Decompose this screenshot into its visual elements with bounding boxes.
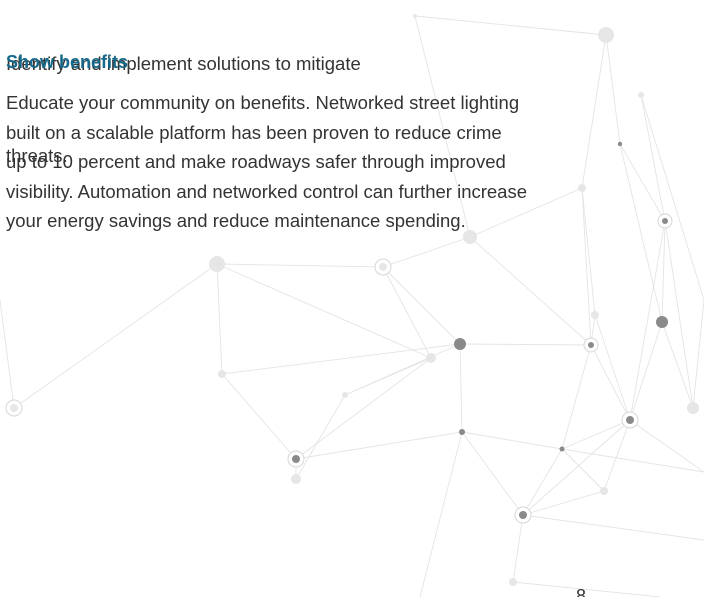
network-link [590, 344, 631, 421]
network-link [561, 344, 592, 450]
network-node [598, 27, 614, 43]
network-node [626, 416, 634, 424]
network-link [221, 373, 297, 460]
network-link [469, 236, 592, 346]
paragraph-line: your energy savings and reduce maintenan… [6, 210, 466, 231]
paragraph-line: up to 10 percent and make roadways safer… [6, 151, 506, 172]
network-link [414, 15, 607, 36]
network-link [512, 514, 524, 583]
network-link [216, 263, 432, 359]
network-node [687, 402, 699, 414]
network-node [588, 342, 594, 348]
network-link [640, 94, 666, 222]
network-link [459, 343, 463, 433]
network-link [619, 143, 666, 222]
network-node [662, 218, 668, 224]
network-link [382, 266, 432, 359]
network-link [661, 321, 694, 409]
network-link [461, 431, 563, 450]
network-node [291, 474, 301, 484]
network-node [292, 455, 300, 463]
network-link [692, 299, 704, 409]
network-link [561, 448, 605, 492]
network-link [344, 357, 432, 396]
network-link [561, 448, 704, 473]
paragraph-line: built on a scalable platform has been pr… [6, 121, 502, 143]
network-link [0, 299, 15, 409]
network-node [656, 316, 668, 328]
network-link [605, 34, 621, 145]
network-link [561, 419, 631, 450]
benefits-paragraph: Educate your community on benefits. Netw… [6, 88, 606, 236]
network-link [221, 343, 461, 375]
network-node [454, 338, 466, 350]
network-node [342, 392, 348, 398]
network-node [209, 256, 225, 272]
network-link [295, 394, 346, 480]
document-page: Identify and implement solutions to miti… [0, 0, 704, 597]
network-link [216, 263, 223, 375]
section-heading-show-benefits: Show benefits [6, 52, 129, 72]
network-node [413, 14, 417, 18]
network-link [216, 263, 384, 268]
page-number: 8 [576, 586, 587, 597]
network-node [459, 429, 465, 435]
network-node [379, 263, 387, 271]
network-node [559, 446, 565, 452]
network-node [591, 311, 599, 319]
network-node [218, 370, 226, 378]
paragraph-line: visibility. Automation and networked con… [6, 180, 528, 202]
network-link [459, 343, 592, 346]
network-link [419, 431, 463, 597]
network-node [426, 353, 436, 363]
network-node [617, 141, 623, 147]
network-link [522, 514, 704, 541]
network-link [594, 314, 631, 421]
network-link [603, 419, 631, 492]
network-node [519, 511, 527, 519]
network-link [382, 266, 461, 345]
network-link [382, 236, 471, 268]
network-link [13, 263, 218, 409]
network-link [522, 419, 631, 516]
paragraph-line: Educate your community on benefits. Netw… [6, 92, 520, 113]
network-link [629, 321, 663, 421]
network-link [629, 419, 704, 473]
network-link [461, 431, 524, 516]
network-node [638, 92, 644, 98]
network-node [600, 487, 608, 495]
network-node [509, 578, 517, 586]
network-link [512, 581, 661, 597]
network-node [10, 404, 18, 412]
